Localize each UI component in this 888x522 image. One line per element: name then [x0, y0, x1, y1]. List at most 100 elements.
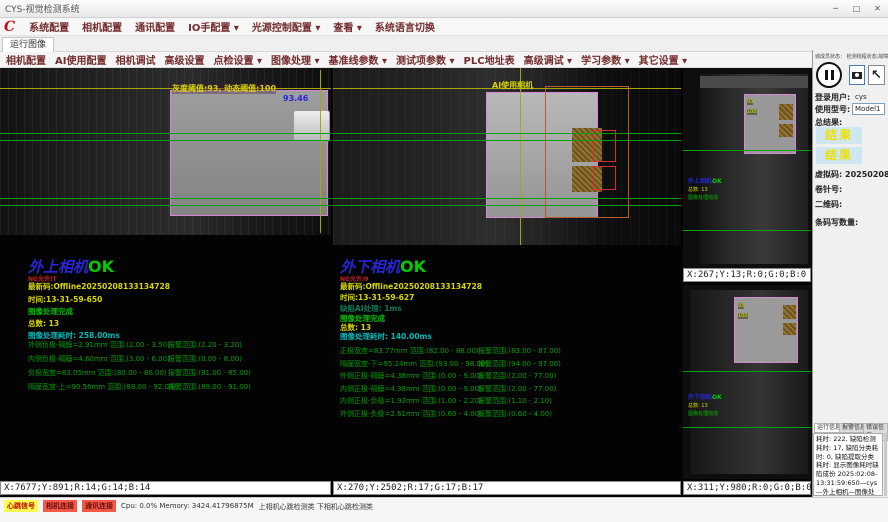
- minimize-button[interactable]: ─: [825, 1, 846, 16]
- middle-barcode: 最新码:Offline20250208133134728: [340, 281, 482, 292]
- app-logo-icon: C: [4, 19, 15, 35]
- tool-other-settings[interactable]: 其它设置 ▾: [639, 52, 688, 67]
- heartbeat-check-text: 上相机心跳检测类 下相机心跳检测类: [259, 500, 373, 512]
- pause-button[interactable]: [816, 62, 842, 88]
- middle-result-ok: OK: [400, 257, 426, 276]
- tool-test-params[interactable]: 测试项参数 ▾: [396, 52, 455, 67]
- measurement-alarm: 报警范围:(0.00 - 8.00): [168, 354, 242, 364]
- measurement-alarm: 报警范围:(2.00 - 77.00): [478, 371, 556, 381]
- green-guide-line: [333, 133, 681, 134]
- measurement-alarm: 报警范围:(0.60 - 4.00): [478, 409, 552, 419]
- tool-spot-check[interactable]: 点检设置 ▾: [213, 52, 262, 67]
- thumbnail-threshold-label: 100: [738, 313, 748, 319]
- green-guide-line: [333, 140, 681, 141]
- gold-patch: [783, 323, 796, 335]
- gold-patch: [779, 104, 793, 120]
- menu-item-light-config[interactable]: 光源控制配置 ▾: [252, 19, 321, 34]
- measurement-text: 外侧负极-隔膜=2.91mm 范围:(2.00 - 3.50): [28, 340, 170, 350]
- measurement-alarm: 报警范围:(83.00 - 87.00): [478, 346, 561, 356]
- measurement-text: 内侧负极-隔膜=4.60mm 范围:(3.00 - 6.00): [28, 354, 170, 364]
- statusbar: 心跳信号 相机连接 通讯连接 Cpu: 0.0% Memory: 3424.41…: [0, 497, 888, 522]
- tool-ai-use-config[interactable]: AI使用配置: [55, 52, 106, 67]
- green-guide-line: [683, 427, 811, 428]
- thumbnail-count: 总数: 13: [688, 402, 708, 409]
- model-select[interactable]: Model1: [852, 103, 885, 115]
- log-scrollbar[interactable]: [884, 433, 887, 496]
- measurement-text: 内侧正极-隔膜=4.38mm 范围:(0.00 - 9.00): [340, 384, 482, 394]
- left-barcode: 最新码:Offline20250208133134728: [28, 281, 170, 292]
- heartbeat-badge: 心跳信号: [4, 500, 38, 512]
- result-box-2: 结果: [816, 147, 862, 164]
- menu-item-io-config[interactable]: IO手配置 ▾: [188, 19, 239, 34]
- qr-code-label: 二维码:: [815, 199, 842, 210]
- tool-plc-address[interactable]: PLC地址表: [464, 52, 515, 67]
- camera-connect-badge: 相机连接: [43, 500, 77, 512]
- camera-button[interactable]: [849, 65, 865, 85]
- left-time: 时间:13-31-59-650: [28, 294, 102, 305]
- left-result-ok: OK: [88, 257, 114, 276]
- barcode-write-count-label: 条码写数量:: [815, 217, 858, 228]
- left-connector: [293, 110, 330, 142]
- green-guide-line: [0, 205, 331, 206]
- close-button[interactable]: ✕: [867, 1, 888, 16]
- measurement-text: 外侧正极-隔膜=4.38mm 范围:(0.00 - 9.00): [340, 371, 482, 381]
- tool-advanced-settings[interactable]: 高级设置: [164, 52, 204, 67]
- green-guide-line: [683, 150, 811, 151]
- thumbnail-process-done: 图像处理完成: [688, 194, 718, 201]
- toolbar: 相机配置 AI使用配置 相机调试 高级设置 点检设置 ▾ 图像处理 ▾ 基准线参…: [0, 52, 812, 68]
- menu-item-camera-config[interactable]: 相机配置: [82, 19, 122, 34]
- tool-learning-params[interactable]: 学习参数 ▾: [581, 52, 630, 67]
- gold-patch: [783, 305, 796, 319]
- virtual-code-label: 虚拟码: 20250208: [815, 169, 888, 180]
- thumbnail-threshold-label: 100: [747, 109, 757, 115]
- menu-item-system-config[interactable]: 系统配置: [29, 19, 69, 34]
- tabstrip: 运行图像: [0, 36, 888, 52]
- measurement-text: 外侧正极-负极=2.61mm 范围:(0.60 - 4.00): [340, 409, 482, 419]
- measurement-text: 隔膜宽度-下=95.24mm 范围:(93.00 - 98.00): [340, 359, 488, 369]
- thumbnail-process-done: 图像处理完成: [688, 410, 718, 417]
- thumbnail-bright-band: [700, 76, 808, 88]
- green-guide-line: [683, 230, 811, 231]
- thumbnail-upper-camera: 93 100 外上相机OK 总数: 13 图像处理完成: [683, 68, 811, 268]
- measurement-text: 正极宽度=83.77mm 范围:(82.00 - 88.00): [340, 346, 479, 356]
- tool-advanced-debug[interactable]: 高级调试 ▾: [524, 52, 573, 67]
- green-guide-line: [0, 140, 331, 141]
- green-guide-line: [333, 205, 681, 206]
- measurement-alarm: 报警范围:(1.10 - 2.10): [478, 396, 552, 406]
- pixel-readout-left: X:7677;Y:891;R:14;G:14;B:14: [0, 481, 331, 495]
- login-user-label: 登录用户:: [815, 92, 850, 103]
- tool-camera-debug[interactable]: 相机调试: [115, 52, 155, 67]
- tool-baseline-params[interactable]: 基准线参数 ▾: [329, 52, 388, 67]
- run-log: 耗时: 222, 缺陷检测耗时: 17, 缺陷分类耗时: 0, 缺陷提取分类耗时…: [813, 433, 883, 496]
- measurement-text: 隔膜宽度-上=90.56mm 范围:(88.00 - 92.00): [28, 382, 176, 392]
- camera-icon: [852, 72, 862, 79]
- undo-button[interactable]: ↖: [868, 65, 885, 85]
- comm-connect-badge: 通讯连接: [82, 500, 116, 512]
- middle-process-time: 图像处理耗时: 140.00ms: [340, 331, 432, 342]
- menu-item-comm-config[interactable]: 通讯配置: [135, 19, 175, 34]
- green-guide-line: [0, 198, 331, 199]
- pixel-readout-thumb2: X:311;Y:980;R:0;G:0;B:0: [683, 481, 811, 495]
- menubar: C 系统配置 相机配置 通讯配置 IO手配置 ▾ 光源控制配置 ▾ 查看 ▾ 系…: [0, 18, 888, 36]
- measurement-alarm: 报警范围:(2.00 - 77.00): [478, 384, 556, 394]
- cpu-memory-text: Cpu: 0.0% Memory: 3424.41796875M: [121, 500, 254, 510]
- thumbnail-count: 总数: 13: [688, 186, 708, 193]
- measurement-alarm: 报警范围:(2.20 - 3.20): [168, 340, 242, 350]
- tool-camera-config[interactable]: 相机配置: [6, 52, 46, 67]
- green-guide-line: [0, 133, 331, 134]
- winding-pin-label: 卷针号:: [815, 184, 842, 195]
- thumbnail-result-title: 外下相机OK: [688, 392, 722, 401]
- menu-item-language-switch[interactable]: 系统语言切换: [375, 19, 435, 34]
- measurement-alarm: 报警范围:(94.00 - 97.00): [478, 359, 561, 369]
- tool-image-process[interactable]: 图像处理 ▾: [271, 52, 320, 67]
- window-title: CYS-视觉检测系统: [0, 2, 825, 15]
- maximize-button[interactable]: □: [846, 1, 867, 16]
- left-process-done: 图像处理完成: [28, 306, 73, 317]
- sidebar-status-note: 城成员状态： 检测线程状态;故障线程状态: [815, 53, 888, 60]
- tab-run-image[interactable]: 运行图像: [2, 37, 54, 52]
- yellow-guide-line: [320, 70, 321, 233]
- model-label: 使用型号:: [815, 104, 850, 115]
- green-guide-line: [333, 198, 681, 199]
- menu-item-view[interactable]: 查看 ▾: [333, 19, 362, 34]
- pixel-readout-thumb1: X:267;Y:13;R:0;G:0;B:0: [683, 268, 811, 282]
